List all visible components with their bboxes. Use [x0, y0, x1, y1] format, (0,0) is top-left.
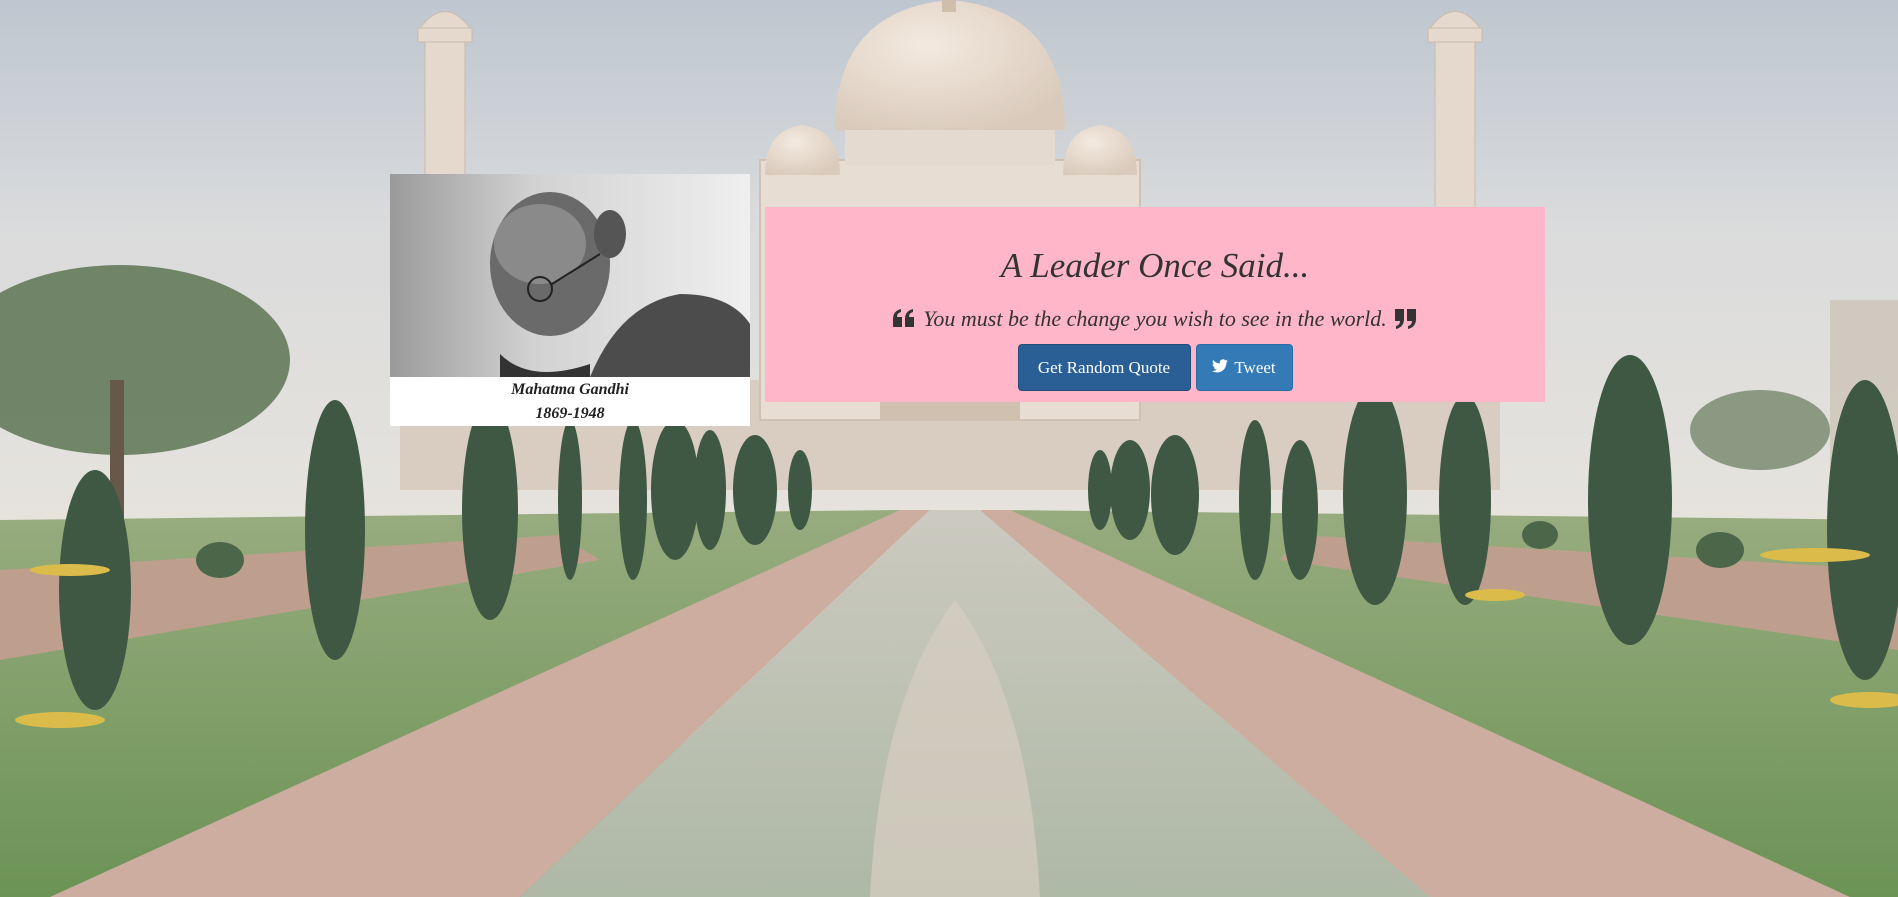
get-random-quote-button[interactable]: Get Random Quote	[1017, 344, 1191, 391]
quote-right-icon	[1394, 309, 1417, 329]
quote-line: You must be the change you wish to see i…	[765, 306, 1545, 332]
author-name: Mahatma Gandhi	[511, 381, 629, 398]
author-caption: Mahatma Gandhi 1869-1948	[390, 378, 750, 426]
button-row: Get Random Quote Tweet	[765, 344, 1545, 391]
quote-box: A Leader Once Said... You must be the ch…	[765, 207, 1545, 402]
tweet-button[interactable]: Tweet	[1195, 344, 1293, 391]
quote-left-icon	[893, 309, 915, 329]
twitter-icon	[1212, 358, 1229, 378]
author-portrait-card: Mahatma Gandhi 1869-1948	[390, 174, 750, 426]
background-image	[0, 0, 1898, 897]
author-photo	[390, 174, 750, 377]
author-years: 1869-1948	[535, 405, 605, 422]
get-random-quote-label: Get Random Quote	[1037, 357, 1171, 377]
tweet-label: Tweet	[1234, 357, 1276, 377]
quote-text: You must be the change you wish to see i…	[923, 306, 1387, 331]
quote-heading: A Leader Once Said...	[1000, 246, 1310, 285]
